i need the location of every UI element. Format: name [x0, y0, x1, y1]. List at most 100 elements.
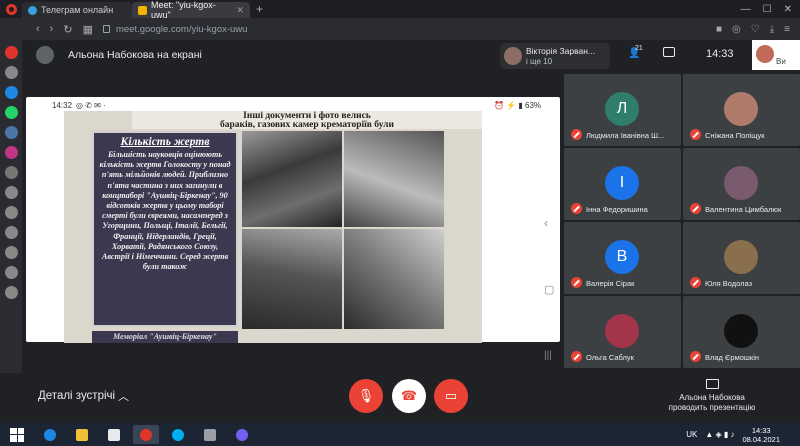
participant-tile[interactable]: Юля Водолаз — [683, 222, 800, 294]
taskbar-opera[interactable] — [133, 425, 159, 444]
participant-tile[interactable]: Влад Єрмошкін — [683, 296, 800, 368]
meeting-clock: 14:33 — [706, 48, 734, 60]
window-controls: — ☐ ✕ — [741, 4, 800, 15]
victims-textbox: Кількість жертв Більшість науковців оцін… — [92, 131, 238, 327]
whatsapp-icon[interactable] — [4, 106, 18, 119]
mic-off-icon — [690, 351, 701, 362]
participant-tile[interactable]: Ольга Саблук — [564, 296, 681, 368]
download-icon[interactable]: ⤓ — [770, 24, 774, 35]
participant-avatar — [724, 314, 758, 348]
lock-icon — [102, 25, 110, 33]
active-speaker-chip[interactable]: Вікторія Зарван... і ще 10 — [500, 43, 610, 69]
heart-icon[interactable] — [4, 226, 18, 239]
historic-photo — [242, 131, 342, 227]
close-window-button[interactable]: ✕ — [784, 4, 792, 15]
participant-avatar — [605, 314, 639, 348]
chevron-up-icon[interactable]: ︿ — [118, 388, 129, 404]
opera-icon[interactable] — [4, 46, 18, 59]
new-tab-button[interactable]: + — [250, 2, 269, 16]
grid-icon[interactable] — [4, 186, 18, 199]
tab-telegram[interactable]: Телеграм онлайн — [22, 2, 132, 18]
participant-tile[interactable]: В Валерія Сірак — [564, 222, 681, 294]
start-button[interactable] — [0, 423, 34, 446]
participant-tile[interactable]: Валентина Цимбалюк — [683, 148, 800, 220]
meet-header: Альона Набокова на екрані Вікторія Зарва… — [22, 40, 800, 70]
taskbar-viber[interactable] — [229, 425, 255, 444]
snapshot-icon[interactable]: ◎ — [732, 24, 741, 35]
tray-time: 14:33 — [751, 425, 771, 435]
self-view-chip[interactable]: Ви — [752, 40, 800, 70]
phone-recents-icon: ||| — [544, 350, 552, 361]
tray-clock[interactable]: 14:33 08.04.2021 — [742, 426, 780, 444]
extensions-icon[interactable] — [4, 266, 18, 279]
speaker-more: і ще 10 — [526, 57, 553, 66]
history-icon[interactable] — [4, 246, 18, 259]
phone-status-icons: ◎ ✆ ✉ · — [76, 101, 106, 110]
settings-icon[interactable] — [4, 286, 18, 299]
mic-off-icon — [571, 203, 582, 214]
camera-off-icon: ▭ — [444, 388, 458, 403]
folder-icon — [76, 428, 88, 441]
phone-back-icon: ‹ — [544, 216, 548, 230]
meeting-details-button[interactable]: Деталі зустрічі — [38, 390, 115, 402]
participant-avatar: Л — [605, 92, 639, 126]
present-icon[interactable] — [706, 379, 719, 389]
participant-tile[interactable]: Л Людмила Іванівна Ш... — [564, 74, 681, 146]
mic-off-icon — [690, 203, 701, 214]
mic-toggle-button[interactable]: 🎙 — [349, 379, 383, 413]
taskbar-ie[interactable] — [37, 425, 63, 444]
phone-nav-bar: ‹ ▢ ||| — [538, 140, 562, 380]
phone-status-bar: 14:32 ◎ ✆ ✉ · — [52, 101, 106, 110]
minimize-button[interactable]: — — [741, 4, 751, 15]
maximize-button[interactable]: ☐ — [763, 4, 772, 15]
tray-icons[interactable]: ▲ ◈ ▮ ♪ — [705, 430, 734, 439]
taskbar-notes[interactable] — [197, 425, 223, 444]
forward-icon[interactable]: › — [50, 23, 54, 35]
home-icon[interactable] — [4, 66, 18, 79]
phone-home-icon: ▢ — [544, 284, 555, 296]
participant-avatar: І — [605, 166, 639, 200]
speed-dial-icon[interactable]: ▦ — [83, 23, 93, 36]
presenter-status[interactable]: Альона Набокова проводить презентацію — [660, 393, 764, 412]
taskbar-skype[interactable] — [165, 425, 191, 444]
participant-name: Влад Єрмошкін — [705, 353, 760, 362]
taskbar-media[interactable] — [101, 425, 127, 444]
victims-body: Більшість науковців оцінюють кількість ж… — [99, 150, 231, 272]
address-bar-actions: ■ ◎ ♡ ⤓ ≡ — [716, 24, 800, 35]
url-field[interactable]: meet.google.com/yiu-kgox-uwu — [102, 24, 247, 35]
system-tray: UK ▲ ◈ ▮ ♪ 14:33 08.04.2021 — [686, 426, 800, 444]
camera-toggle-button[interactable]: ▭ — [434, 379, 468, 413]
camera-indicator-icon[interactable]: ■ — [716, 24, 722, 35]
opera-logo-icon — [5, 3, 17, 15]
vk-icon[interactable] — [4, 126, 18, 139]
participant-name: Інна Федоришина — [586, 205, 648, 214]
slide: Інші документи і фото велись бараків, га… — [64, 111, 482, 343]
messenger-icon[interactable] — [4, 86, 18, 99]
bookmarks-icon[interactable] — [4, 206, 18, 219]
instagram-icon[interactable] — [4, 146, 18, 159]
opera-menu-button[interactable] — [0, 0, 22, 18]
participant-name: Ольга Саблук — [586, 353, 634, 362]
meet-icon — [138, 5, 147, 15]
easy-setup-icon[interactable]: ≡ — [784, 24, 790, 35]
opera-sidebar — [0, 40, 22, 423]
taskbar-explorer[interactable] — [69, 425, 95, 444]
screen: Телеграм онлайн Meet: "yiu-kgox-uwu" ✕ +… — [0, 0, 800, 446]
bookmark-icon[interactable]: ♡ — [751, 24, 760, 35]
close-tab-icon[interactable]: ✕ — [236, 5, 244, 16]
language-indicator[interactable]: UK — [686, 430, 697, 439]
chat-icon[interactable] — [663, 47, 675, 57]
back-icon[interactable]: ‹ — [36, 23, 40, 35]
participant-tile[interactable]: І Інна Федоришина — [564, 148, 681, 220]
participant-tile[interactable]: Сніжана Поліщук — [683, 74, 800, 146]
tab-meet[interactable]: Meet: "yiu-kgox-uwu" ✕ — [132, 0, 250, 20]
reload-icon[interactable]: ↻ — [63, 23, 72, 36]
presenter-avatar — [36, 46, 54, 64]
mic-off-icon: 🎙 — [357, 388, 375, 403]
windows-taskbar: UK ▲ ◈ ▮ ♪ 14:33 08.04.2021 — [0, 423, 800, 446]
leave-call-button[interactable]: ☎ — [392, 379, 426, 413]
windows-logo-icon — [10, 427, 24, 442]
media-icon — [108, 428, 120, 441]
tray-date: 08.04.2021 — [742, 434, 780, 444]
tab-label: Телеграм онлайн — [41, 5, 114, 15]
